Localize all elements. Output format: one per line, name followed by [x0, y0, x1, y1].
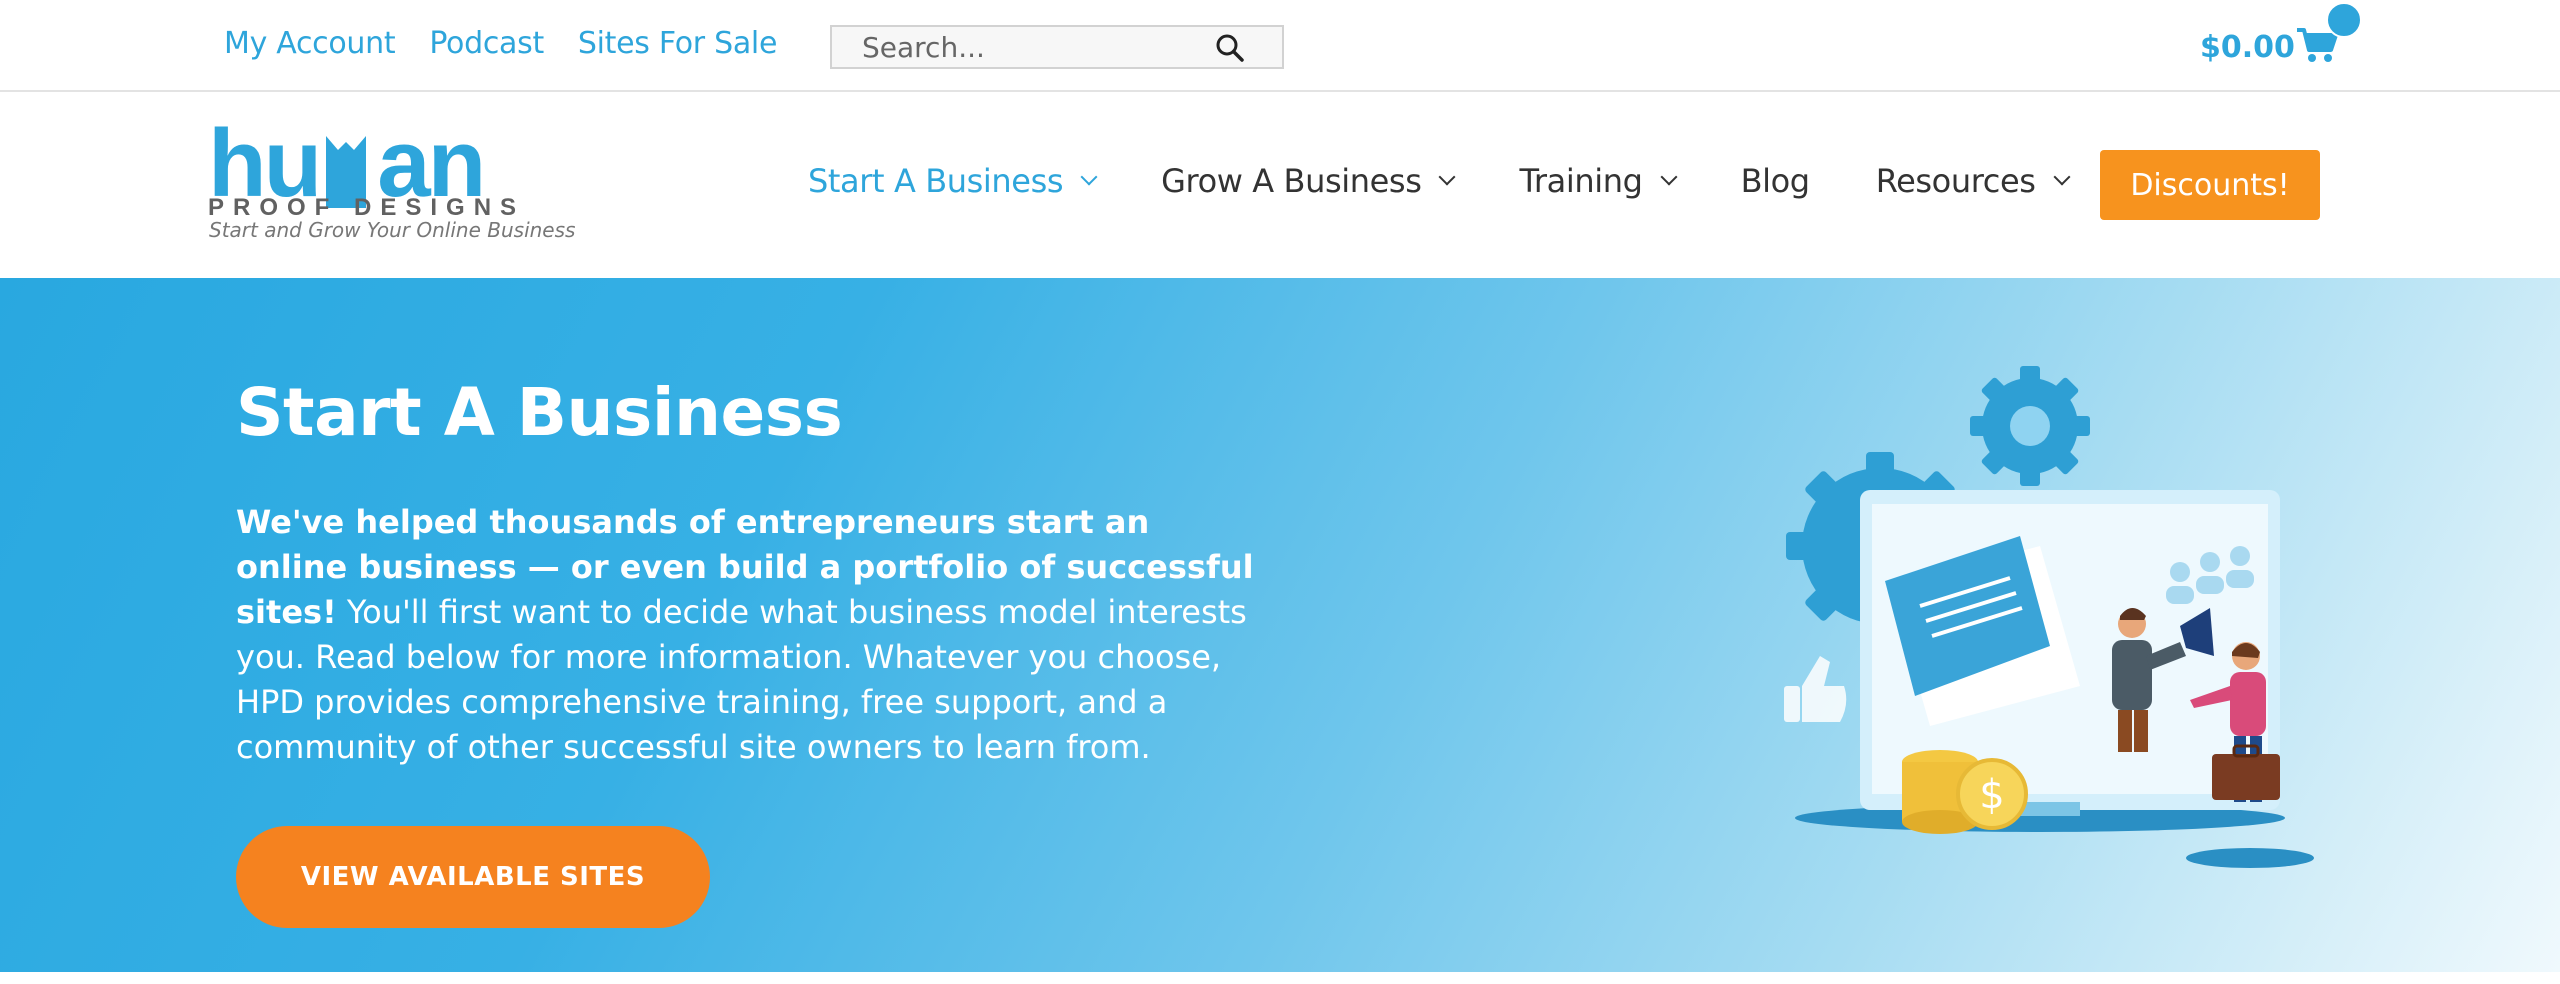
- nav-blog[interactable]: Blog: [1740, 162, 1811, 200]
- cart-total[interactable]: $0.00: [2200, 30, 2295, 65]
- nav-label: Training: [1519, 162, 1643, 200]
- chevron-down-icon: [1080, 168, 1098, 186]
- chevron-down-icon: [1438, 168, 1456, 186]
- view-available-sites-button[interactable]: VIEW AVAILABLE SITES: [236, 826, 710, 928]
- nav-label: Resources: [1875, 162, 2036, 200]
- search-icon[interactable]: [1214, 32, 1246, 64]
- hero-description: We've helped thousands of entrepreneurs …: [236, 500, 1266, 770]
- my-account-link[interactable]: My Account: [224, 26, 396, 61]
- nav-training[interactable]: Training: [1519, 162, 1678, 200]
- hero-section: Start A Business We've helped thousands …: [0, 278, 2560, 972]
- chevron-down-icon: [1660, 168, 1678, 186]
- cart-count-badge: [2326, 2, 2362, 38]
- nav-label: Blog: [1740, 162, 1811, 200]
- nav-label: Grow A Business: [1161, 162, 1422, 200]
- small-gear-icon: [1970, 366, 2090, 486]
- hero-title: Start A Business: [236, 374, 843, 451]
- top-bar: My Account Podcast Sites For Sale $0.00: [0, 0, 2560, 92]
- podcast-link[interactable]: Podcast: [429, 26, 544, 61]
- briefcase-icon: [2212, 754, 2280, 800]
- search-input[interactable]: [832, 27, 1212, 67]
- main-nav: Start A Business Grow A Business Trainin…: [808, 162, 2134, 200]
- hero-intro-text: You'll first want to decide what busines…: [236, 593, 1247, 766]
- discounts-button[interactable]: Discounts!: [2100, 150, 2320, 220]
- coins-icon: $: [1902, 750, 2028, 834]
- chevron-down-icon: [2053, 168, 2071, 186]
- thumbs-up-icon: [1784, 656, 1847, 722]
- hero-bottom-border: [0, 972, 2560, 984]
- search-box: [830, 25, 1284, 69]
- nav-label: Start A Business: [808, 162, 1064, 200]
- nav-resources[interactable]: Resources: [1875, 162, 2071, 200]
- nav-start-a-business[interactable]: Start A Business: [808, 162, 1098, 200]
- site-tagline: Start and Grow Your Online Business: [209, 218, 576, 242]
- top-links: My Account Podcast Sites For Sale: [224, 26, 777, 61]
- svg-text:$: $: [1979, 772, 2004, 818]
- sites-for-sale-link[interactable]: Sites For Sale: [578, 26, 778, 61]
- business-illustration: $: [1784, 366, 2314, 868]
- nav-grow-a-business[interactable]: Grow A Business: [1161, 162, 1456, 200]
